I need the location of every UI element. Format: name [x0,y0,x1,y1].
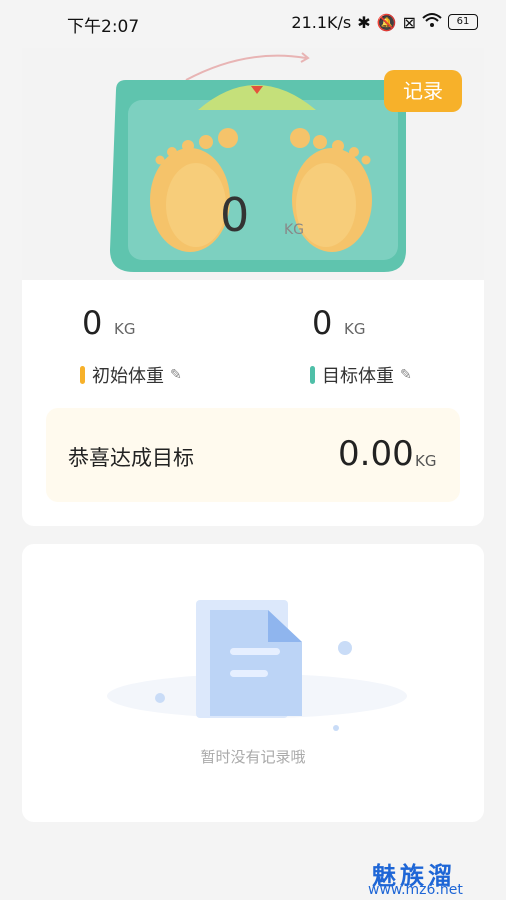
watermark-url: www.mz6.net [368,882,463,898]
goal-box: 恭喜达成目标 0.00 KG [46,408,460,502]
network-speed: 21.1K/s [291,12,352,32]
empty-message: 暂时没有记录哦 [200,748,306,766]
weight-info-card: 0 KG 初始体重 ✎ 0 KG 目标体重 ✎ 恭喜达成目标 0.00 KG [22,280,484,526]
target-weight-value: 0 [312,304,333,342]
scale-hero: 0 KG 记录 [22,48,484,280]
wifi-icon [422,12,442,32]
initial-weight-edit[interactable]: 初始体重 ✎ [80,362,182,388]
target-weight-unit: KG [344,320,366,338]
current-weight-value: 0 [220,188,250,242]
status-time: 下午2:07 [67,17,140,37]
target-weight-edit[interactable]: 目标体重 ✎ [310,362,412,388]
initial-accent-bar [80,366,85,384]
scale-illustration [110,52,406,272]
status-icons: 21.1K/s ✱ 🔕 ⊠ 61 [291,12,478,32]
bluetooth-icon: ✱ [357,12,371,32]
goal-label: 恭喜达成目标 [68,446,194,470]
edit-icon: ✎ [400,367,412,383]
initial-weight-unit: KG [114,320,136,338]
current-weight-unit: KG [284,222,305,238]
initial-weight-value: 0 [82,304,103,342]
goal-value: 0.00 [338,434,414,474]
initial-weight-label: 初始体重 [92,366,164,387]
mute-icon: 🔕 [376,12,397,32]
edit-icon: ✎ [170,367,182,383]
target-weight-label: 目标体重 [322,366,394,387]
record-button[interactable]: 记录 [384,70,462,112]
empty-document-illustration [107,600,407,731]
status-bar: 下午2:07 21.1K/s ✱ 🔕 ⊠ 61 [0,0,506,44]
sim-off-icon: ⊠ [402,12,416,32]
goal-unit: KG [415,452,437,470]
records-card: 暂时没有记录哦 [22,544,484,822]
battery-icon: 61 [448,14,478,30]
target-accent-bar [310,366,315,384]
